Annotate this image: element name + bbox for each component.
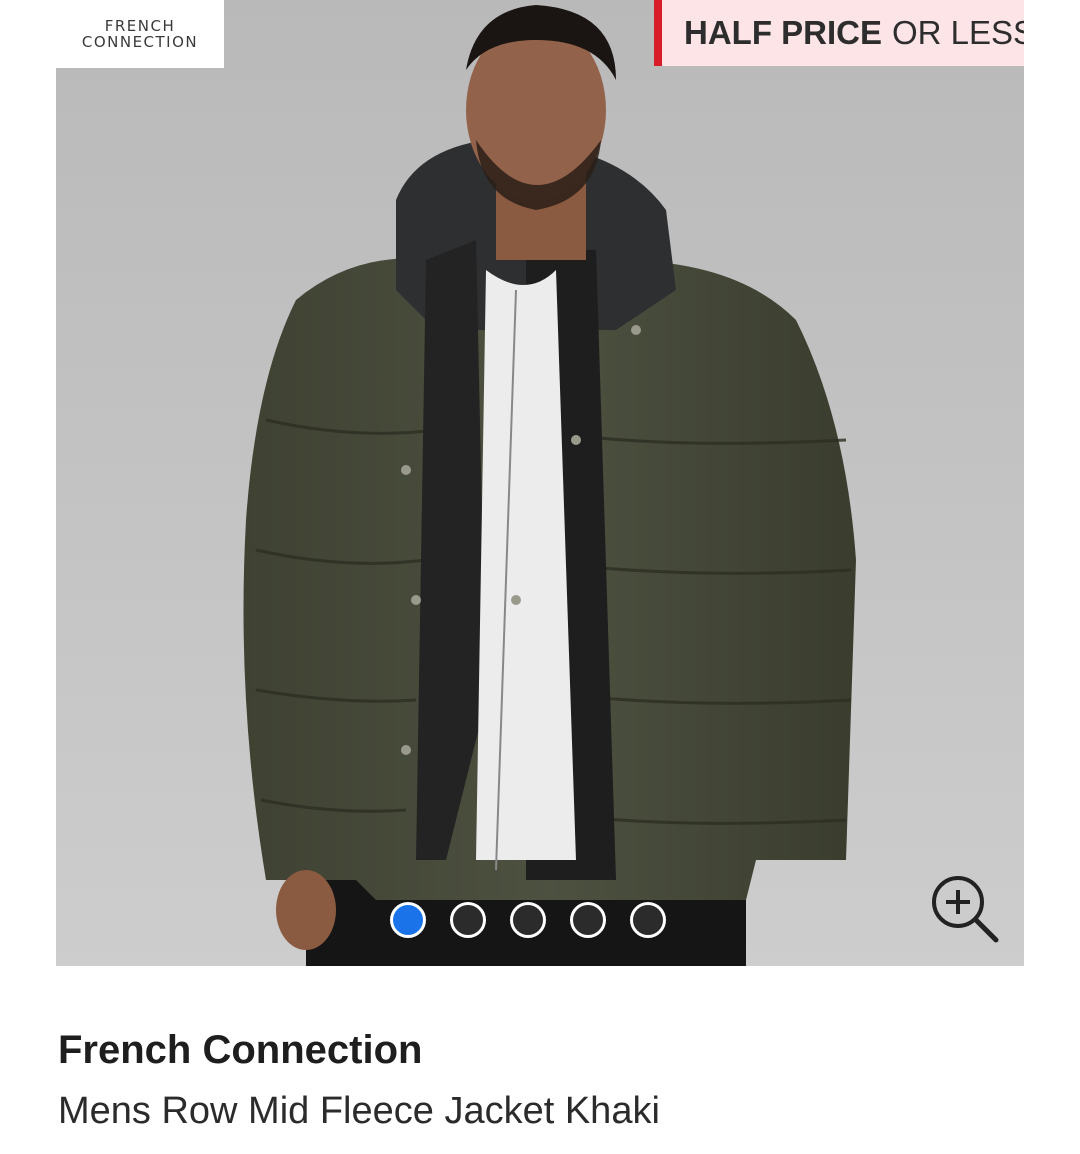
product-photo[interactable] <box>56 0 1024 966</box>
gallery-dot-2[interactable] <box>450 902 486 938</box>
promo-banner: HALF PRICE OR LESS <box>654 0 1024 66</box>
product-image-gallery[interactable]: FRENCH CONNECTION HALF PRICE OR LESS <box>56 0 1024 966</box>
gallery-dot-4[interactable] <box>570 902 606 938</box>
product-title: Mens Row Mid Fleece Jacket Khaki <box>58 1090 660 1132</box>
logo-line-2: CONNECTION <box>81 33 199 51</box>
logo-line-1: FRENCH <box>104 17 176 35</box>
gallery-pagination <box>390 902 666 938</box>
gallery-dot-1[interactable] <box>390 902 426 938</box>
zoom-in-icon[interactable] <box>926 870 1002 946</box>
gallery-dot-3[interactable] <box>510 902 546 938</box>
promo-bold-text: HALF PRICE <box>684 14 882 51</box>
promo-text: OR LESS <box>892 14 1024 51</box>
brand-logo: FRENCH CONNECTION <box>56 0 224 68</box>
product-brand[interactable]: French Connection <box>58 1028 422 1073</box>
gallery-dot-5[interactable] <box>630 902 666 938</box>
